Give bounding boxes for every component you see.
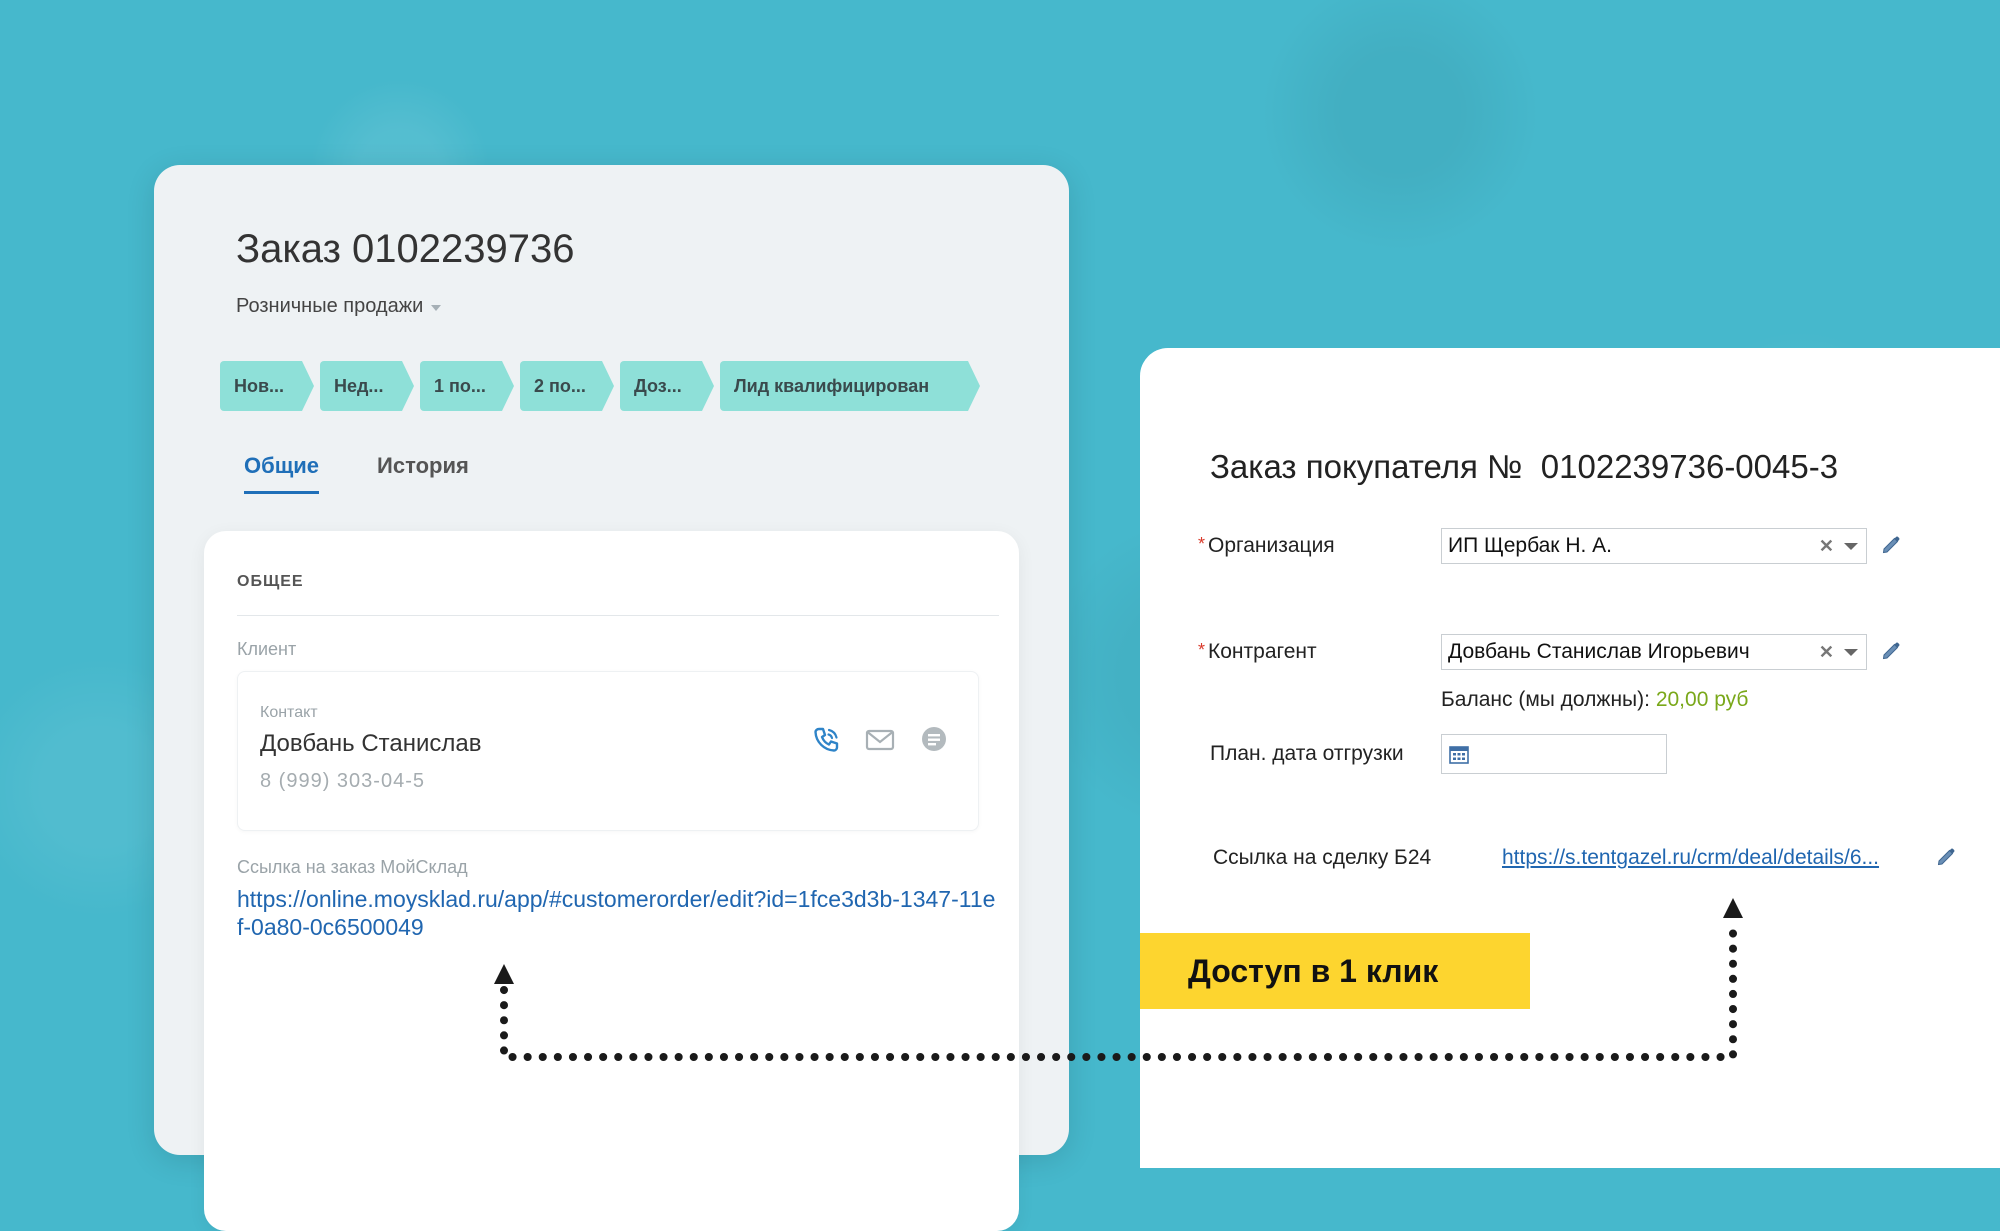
dropdown-icon[interactable]: [1844, 542, 1858, 550]
stage-3[interactable]: 1 по...: [420, 361, 514, 411]
counterparty-label: * Контрагент: [1198, 640, 1317, 664]
dropdown-icon[interactable]: [1844, 648, 1858, 656]
contact-card[interactable]: Контакт Довбань Станислав 8 (999) 303-04…: [237, 671, 979, 831]
required-mark: *: [1198, 534, 1206, 554]
counterparty-label-text: Контрагент: [1208, 640, 1317, 663]
stage-4[interactable]: 2 по...: [520, 361, 614, 411]
contact-actions: [810, 724, 950, 756]
order-title: Заказ покупателя № 0102239736-0045-3: [1210, 448, 1839, 485]
ship-date-field[interactable]: [1441, 734, 1667, 774]
category-selector[interactable]: Розничные продажи: [236, 295, 442, 318]
pencil-icon[interactable]: [1880, 640, 1902, 662]
general-section-card: ОБЩЕЕ Клиент Контакт Довбань Станислав 8…: [204, 531, 1019, 1231]
counterparty-value: Довбань Станислав Игорьевич: [1448, 640, 1750, 663]
deal-link-label: Ссылка на сделку Б24: [1213, 846, 1432, 869]
contact-name[interactable]: Довбань Станислав: [260, 730, 481, 758]
chevron-down-icon: [431, 304, 442, 311]
contact-phone: 8 (999) 303-04-5: [260, 770, 425, 792]
clear-icon[interactable]: ✕: [1819, 635, 1834, 669]
stage-2[interactable]: Нед...: [320, 361, 414, 411]
counterparty-field[interactable]: Довбань Станислав Игорьевич ✕: [1441, 634, 1867, 670]
required-mark: *: [1198, 640, 1206, 660]
organization-field[interactable]: ИП Щербак Н. А. ✕: [1441, 528, 1867, 564]
tab-history[interactable]: История: [377, 453, 469, 494]
stage-new[interactable]: Нов...: [220, 361, 314, 411]
client-label: Клиент: [237, 639, 297, 659]
moysklad-order-panel: Заказ покупателя № 0102239736-0045-3 * Ор…: [1140, 348, 2000, 1168]
contact-type-label: Контакт: [260, 704, 318, 721]
balance-label: Баланс (мы должны):: [1441, 688, 1650, 711]
divider: [237, 615, 999, 616]
stage-qualified-lead[interactable]: Лид квалифицирован: [720, 361, 980, 411]
stage-5[interactable]: Доз...: [620, 361, 714, 411]
category-label: Розничные продажи: [236, 295, 424, 317]
stage-pipeline: Нов... Нед... 1 по... 2 по... Доз... Лид…: [220, 361, 980, 411]
balance-line: Баланс (мы должны): 20,00 руб: [1441, 688, 1748, 712]
balance-amount: 20,00 руб: [1655, 688, 1749, 711]
clear-icon[interactable]: ✕: [1819, 529, 1834, 563]
one-click-access-badge: Доступ в 1 клик: [1140, 933, 1530, 1009]
pencil-icon[interactable]: [1935, 846, 1957, 868]
tab-bar: Общие История: [244, 453, 469, 494]
organization-label-text: Организация: [1208, 534, 1335, 557]
section-title: ОБЩЕЕ: [237, 573, 304, 590]
calendar-icon[interactable]: [1448, 743, 1470, 765]
phone-icon[interactable]: [810, 724, 842, 756]
crm-deal-panel: Заказ 0102239736 Розничные продажи Нов..…: [154, 165, 1069, 1231]
pencil-icon[interactable]: [1880, 534, 1902, 556]
page-title: Заказ 0102239736: [236, 227, 575, 271]
organization-value: ИП Щербак Н. А.: [1448, 534, 1612, 557]
tab-general[interactable]: Общие: [244, 453, 320, 494]
mail-icon[interactable]: [864, 724, 896, 756]
ship-date-label: План. дата отгрузки: [1210, 742, 1404, 765]
deal-link[interactable]: https://s.tentgazel.ru/crm/deal/details/…: [1502, 846, 1879, 870]
moysklad-link-label: Ссылка на заказ МойСклад: [237, 857, 468, 877]
organization-label: * Организация: [1198, 534, 1335, 558]
moysklad-order-link[interactable]: https://online.moysklad.ru/app/#customer…: [237, 885, 997, 941]
chat-icon[interactable]: [918, 724, 950, 756]
